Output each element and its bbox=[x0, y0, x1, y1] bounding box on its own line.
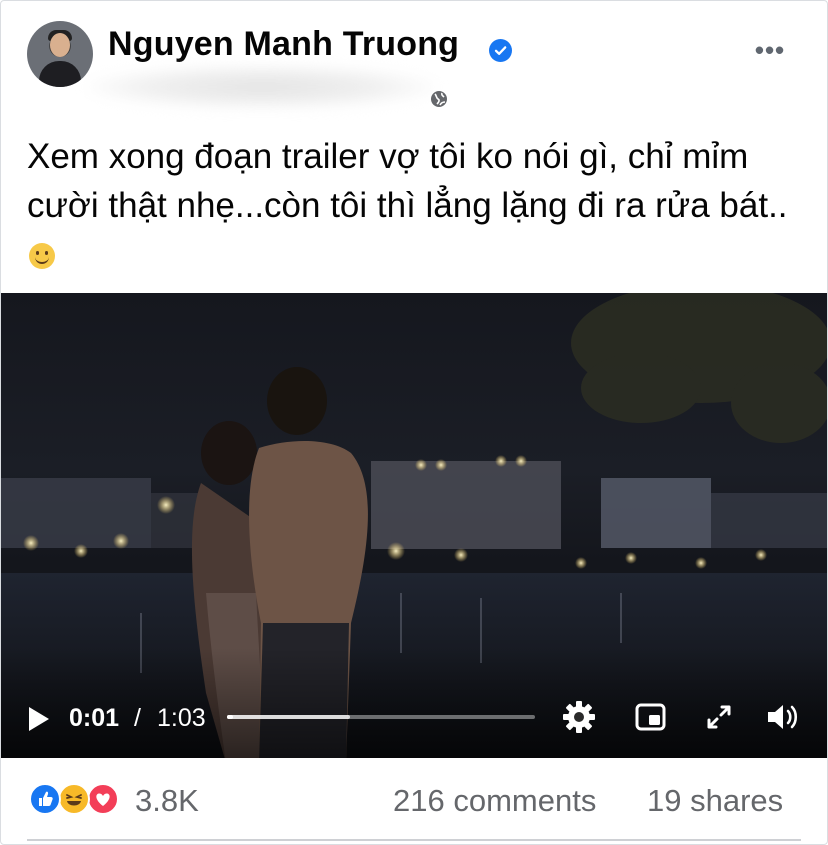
smiling-face-emoji-icon bbox=[29, 243, 55, 269]
author-name[interactable]: Nguyen Manh Truong bbox=[108, 25, 459, 64]
progress-played bbox=[227, 715, 234, 719]
comments-count[interactable]: 216 comments bbox=[393, 783, 596, 819]
time-separator: / bbox=[134, 704, 141, 732]
post-text: Xem xong đoạn trailer vợ tôi ko nói gì, … bbox=[27, 132, 807, 279]
more-options-icon[interactable]: ••• bbox=[753, 35, 787, 65]
mini-player-icon[interactable] bbox=[633, 699, 669, 735]
haha-reaction-icon bbox=[58, 783, 90, 815]
reaction-icons[interactable] bbox=[29, 783, 125, 815]
video-player[interactable] bbox=[1, 293, 827, 758]
verified-badge-icon bbox=[489, 39, 512, 62]
volume-icon[interactable] bbox=[765, 699, 801, 735]
current-time: 0:01 bbox=[69, 704, 120, 732]
love-reaction-icon bbox=[87, 783, 119, 815]
footer-divider bbox=[27, 839, 801, 841]
shares-count[interactable]: 19 shares bbox=[647, 783, 783, 819]
reactions-count[interactable]: 3.8K bbox=[135, 783, 199, 819]
like-reaction-icon bbox=[29, 783, 61, 815]
author-avatar[interactable] bbox=[27, 21, 93, 87]
post-text-content: Xem xong đoạn trailer vợ tôi ko nói gì, … bbox=[27, 137, 788, 225]
post-card: Nguyen Manh Truong ••• Xem xong đoạn tra… bbox=[0, 0, 828, 845]
video-duration: 1:03 bbox=[157, 704, 206, 732]
settings-gear-icon[interactable] bbox=[561, 699, 597, 735]
progress-buffered bbox=[227, 715, 351, 719]
globe-icon[interactable] bbox=[430, 90, 448, 108]
video-progress-bar[interactable] bbox=[227, 715, 535, 719]
play-icon[interactable] bbox=[25, 704, 53, 734]
post-timestamp-blurred bbox=[87, 65, 437, 109]
fullscreen-expand-icon[interactable] bbox=[701, 699, 737, 735]
